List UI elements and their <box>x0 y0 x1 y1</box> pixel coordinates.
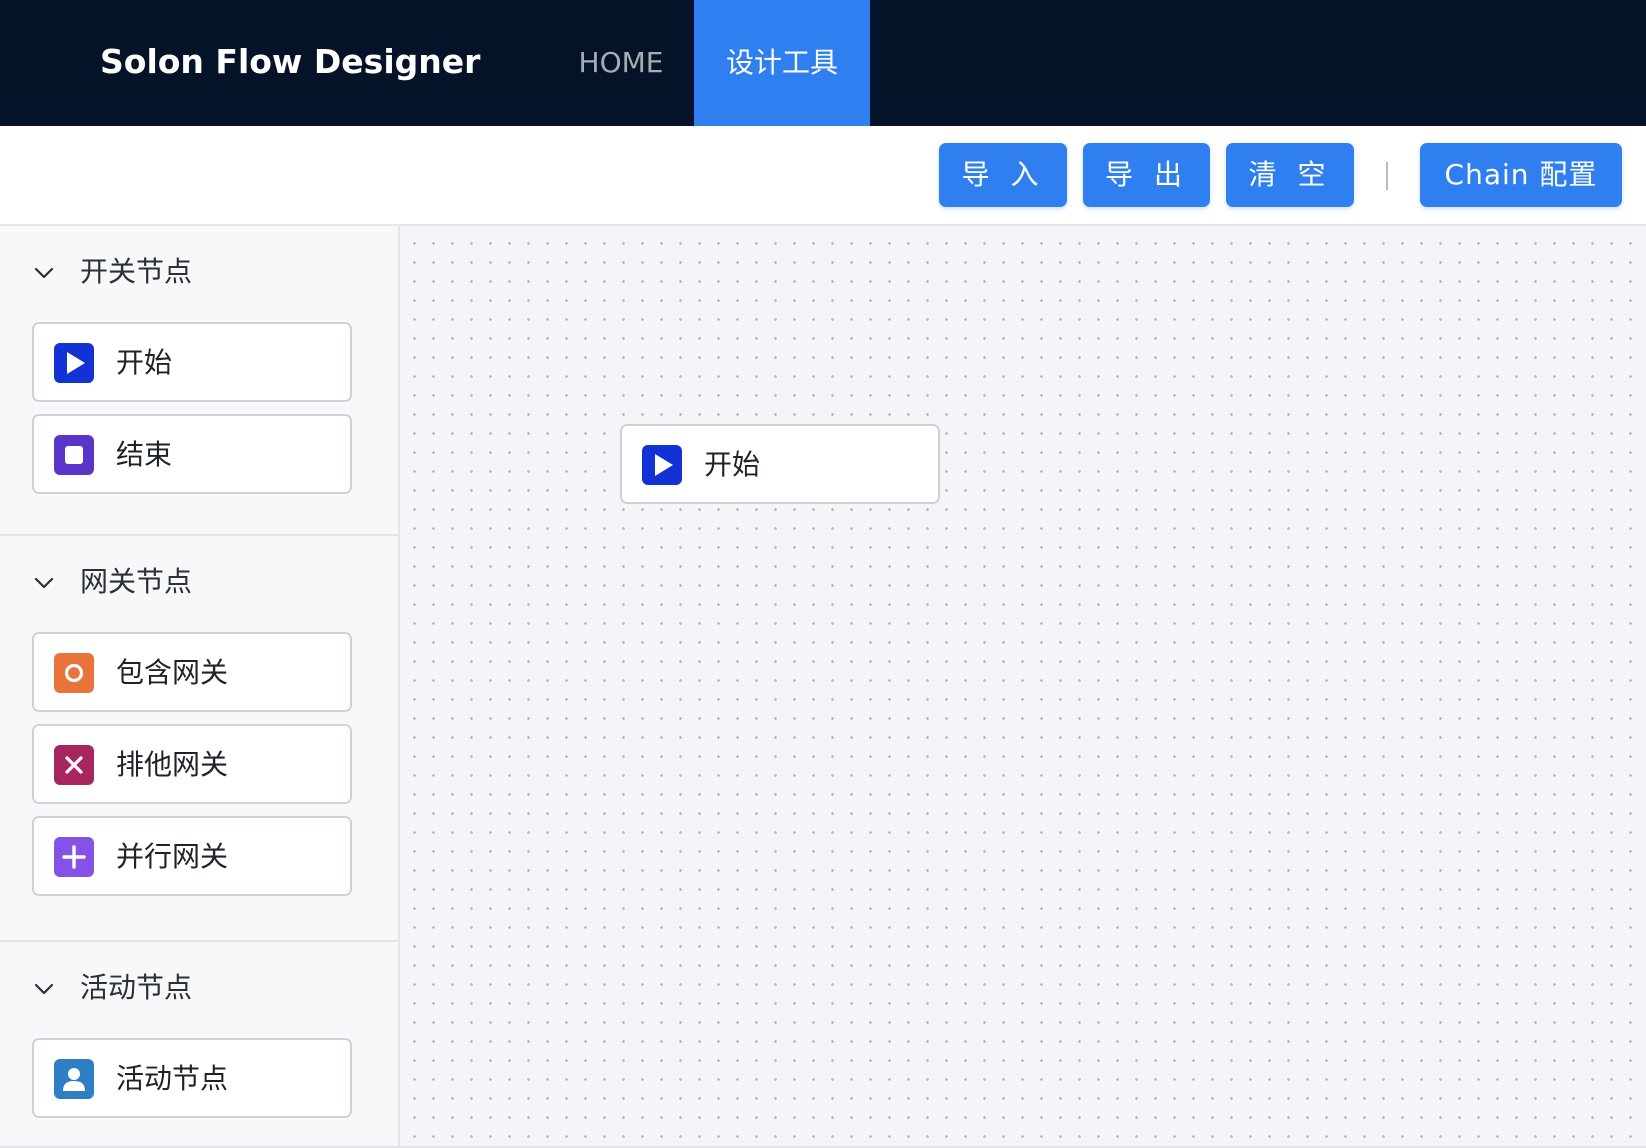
node-label: 开始 <box>704 448 761 481</box>
group-title: 活动节点 <box>80 971 193 1004</box>
canvas-node-start[interactable]: 开始 <box>620 424 940 504</box>
play-icon <box>54 343 94 383</box>
chevron-down-icon <box>33 572 55 594</box>
node-palette-sidebar: 开关节点 开始 结束 网关节点 包含网关 排他网关 并行网关 活动节点 活动节点 <box>0 226 400 1148</box>
group-header-activity-nodes[interactable]: 活动节点 <box>0 942 398 1036</box>
export-button[interactable]: 导 出 <box>1083 143 1210 207</box>
chevron-down-icon <box>33 262 55 284</box>
node-label: 并行网关 <box>116 840 229 873</box>
palette-node-activity[interactable]: 活动节点 <box>32 1038 352 1118</box>
top-header: Solon Flow Designer HOME 设计工具 <box>0 0 1646 126</box>
palette-group-activity-nodes: 活动节点 活动节点 <box>0 942 398 1148</box>
palette-node-end[interactable]: 结束 <box>32 414 352 494</box>
node-label: 排他网关 <box>116 748 229 781</box>
flow-canvas[interactable]: 开始 <box>400 226 1646 1148</box>
chain-config-button[interactable]: Chain 配置 <box>1420 143 1622 207</box>
palette-node-parallel-gateway[interactable]: 并行网关 <box>32 816 352 896</box>
play-icon <box>642 445 682 485</box>
palette-node-exclusive-gateway[interactable]: 排他网关 <box>32 724 352 804</box>
node-label: 活动节点 <box>116 1062 229 1095</box>
palette-node-inclusive-gateway[interactable]: 包含网关 <box>32 632 352 712</box>
palette-group-gateway-nodes: 网关节点 包含网关 排他网关 并行网关 <box>0 536 398 942</box>
palette-node-start[interactable]: 开始 <box>32 322 352 402</box>
app-title: Solon Flow Designer <box>100 42 481 81</box>
plus-icon <box>54 837 94 877</box>
toolbar: 导 入 导 出 清 空 Chain 配置 <box>0 126 1646 226</box>
stop-icon <box>54 435 94 475</box>
nav-tab-home[interactable]: HOME <box>548 0 694 126</box>
import-button[interactable]: 导 入 <box>939 143 1067 207</box>
nav-tab-design-tool[interactable]: 设计工具 <box>694 0 870 126</box>
palette-group-switch-nodes: 开关节点 开始 结束 <box>0 226 398 536</box>
group-title: 开关节点 <box>80 255 193 288</box>
node-label: 包含网关 <box>116 656 229 689</box>
user-icon <box>54 1059 94 1099</box>
group-header-gateway-nodes[interactable]: 网关节点 <box>0 536 398 630</box>
toolbar-separator <box>1386 162 1388 190</box>
circle-icon <box>54 653 94 693</box>
group-header-switch-nodes[interactable]: 开关节点 <box>0 226 398 320</box>
close-icon <box>54 745 94 785</box>
group-title: 网关节点 <box>80 565 193 598</box>
node-label: 结束 <box>116 438 173 471</box>
chevron-down-icon <box>33 978 55 1000</box>
clear-button[interactable]: 清 空 <box>1226 143 1354 207</box>
node-label: 开始 <box>116 346 173 379</box>
